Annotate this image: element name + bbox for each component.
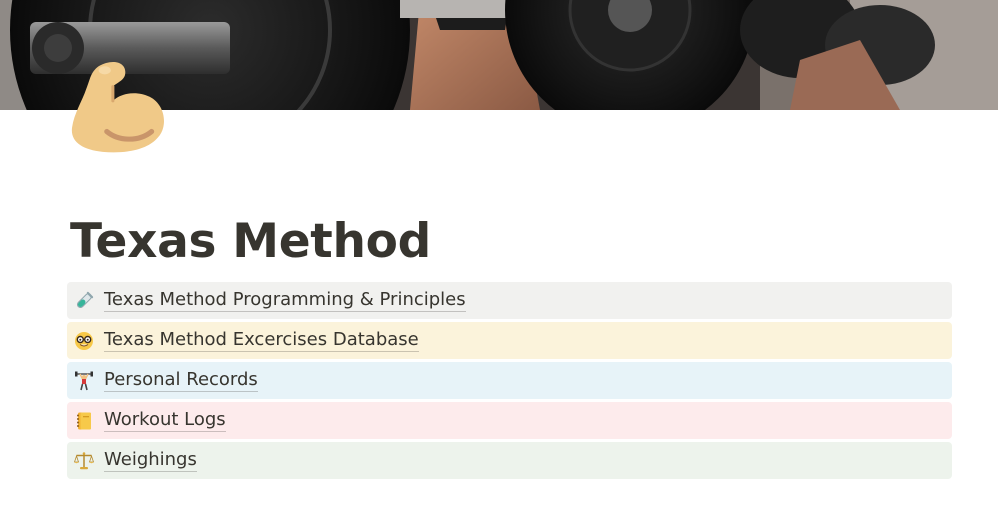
page-link-workout-logs[interactable]: Workout Logs bbox=[67, 402, 952, 439]
nerd-face-icon bbox=[73, 330, 95, 352]
page-title[interactable]: Texas Method bbox=[70, 210, 431, 274]
page-link-label: Personal Records bbox=[104, 369, 258, 392]
page-link-programming[interactable]: Texas Method Programming & Principles bbox=[67, 282, 952, 319]
page-link-label: Workout Logs bbox=[104, 409, 226, 432]
page-link-label: Weighings bbox=[104, 449, 197, 472]
notion-page: Texas Method Texas Method Programming & … bbox=[0, 0, 998, 524]
ledger-icon bbox=[73, 410, 95, 432]
balance-scale-icon bbox=[73, 450, 95, 472]
page-link-label: Texas Method Excercises Database bbox=[104, 329, 419, 352]
page-link-personal-records[interactable]: Personal Records bbox=[67, 362, 952, 399]
test-tube-icon bbox=[73, 290, 95, 312]
page-links-list: Texas Method Programming & Principles Te… bbox=[67, 282, 952, 482]
weight-lifter-icon bbox=[73, 370, 95, 392]
flexed-biceps-icon[interactable] bbox=[68, 56, 170, 158]
page-link-exercises-database[interactable]: Texas Method Excercises Database bbox=[67, 322, 952, 359]
page-link-label: Texas Method Programming & Principles bbox=[104, 289, 466, 312]
page-link-weighings[interactable]: Weighings bbox=[67, 442, 952, 479]
